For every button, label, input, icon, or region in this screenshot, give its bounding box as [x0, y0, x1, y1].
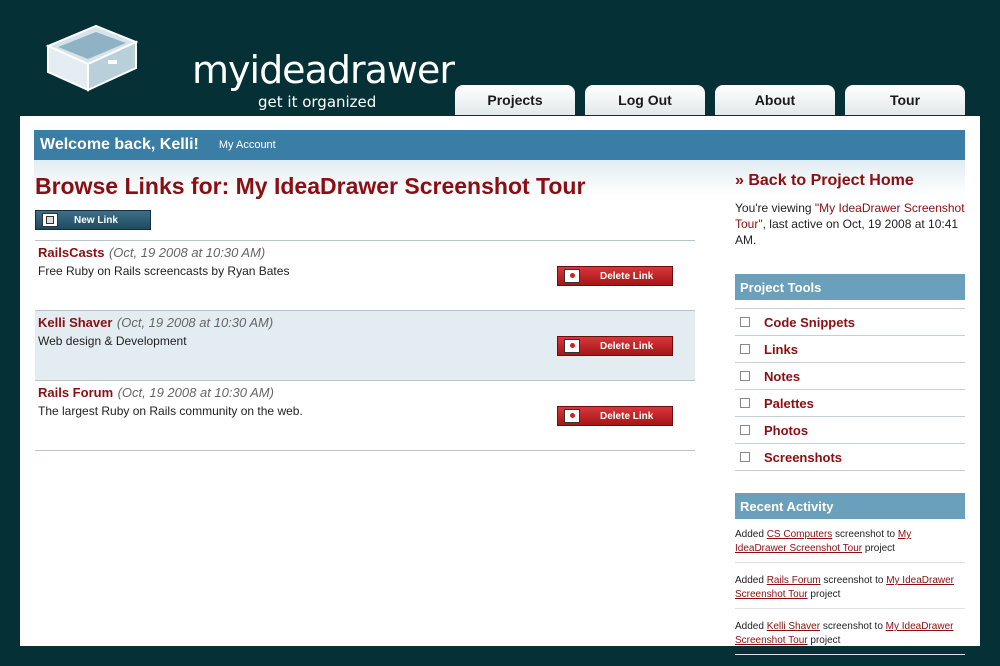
list-item: Rails Forum (Oct, 19 2008 at 10:30 AM) T… [35, 381, 695, 451]
list-item: RailsCasts (Oct, 19 2008 at 10:30 AM) Fr… [35, 241, 695, 311]
tool-label: Notes [764, 368, 801, 384]
delete-icon [564, 339, 580, 353]
checkbox-icon [740, 398, 750, 408]
content-panel: Welcome back, Kelli! My Account Browse L… [20, 116, 980, 655]
checkbox-icon [740, 344, 750, 354]
drawer-logo-icon [45, 24, 139, 92]
delete-link-button[interactable]: Delete Link [557, 266, 673, 286]
checkbox-icon [740, 317, 750, 327]
recent-activity-list: Added CS Computers screenshot to My Idea… [735, 528, 965, 666]
delete-link-button[interactable]: Delete Link [557, 406, 673, 426]
logo-tagline: get it organized [258, 93, 377, 111]
checkbox-icon [740, 425, 750, 435]
delete-icon [564, 409, 580, 423]
main-content: Browse Links for: My IdeaDrawer Screensh… [35, 172, 695, 451]
link-date: (Oct, 19 2008 at 10:30 AM) [108, 245, 266, 260]
tab-log-out[interactable]: Log Out [585, 85, 705, 115]
links-list: RailsCasts (Oct, 19 2008 at 10:30 AM) Fr… [35, 240, 695, 451]
viewing-prefix: You're viewing [735, 201, 815, 215]
activity-prefix: Added [735, 575, 767, 586]
activity-item: Added CS Computers screenshot to My Idea… [735, 528, 965, 563]
link-title[interactable]: Rails Forum [38, 385, 113, 400]
tool-item-links[interactable]: Links [735, 336, 965, 363]
tab-about[interactable]: About [715, 85, 835, 115]
activity-prefix: Added [735, 529, 767, 540]
tool-label: Code Snippets [764, 314, 856, 330]
tool-label: Palettes [764, 395, 814, 411]
tool-item-photos[interactable]: Photos [735, 417, 965, 444]
tool-item-code-snippets[interactable]: Code Snippets [735, 308, 965, 336]
link-date: (Oct, 19 2008 at 10:30 AM) [116, 315, 274, 330]
logo-wordmark: myideadrawer [192, 48, 455, 92]
list-item: Kelli Shaver (Oct, 19 2008 at 10:30 AM) … [35, 311, 695, 381]
logo[interactable]: myideadrawer get it organized [44, 22, 455, 111]
activity-item-link[interactable]: Kelli Shaver [767, 621, 820, 632]
welcome-greeting: Welcome back, Kelli! [40, 136, 199, 153]
activity-suffix: project [807, 635, 841, 646]
viewing-info: You're viewing "My IdeaDrawer Screenshot… [735, 200, 965, 248]
activity-prefix: Added [735, 621, 767, 632]
recent-activity-heading: Recent Activity [735, 493, 965, 519]
checkbox-icon [740, 452, 750, 462]
link-date: (Oct, 19 2008 at 10:30 AM) [117, 385, 274, 400]
activity-suffix: project [862, 543, 895, 554]
activity-middle: screenshot to [820, 575, 887, 586]
viewing-suffix: , last active on Oct, 19 2008 at 10:41 A… [735, 217, 959, 247]
delete-link-button[interactable]: Delete Link [557, 336, 673, 356]
new-link-label: New Link [74, 214, 118, 226]
project-tools-list: Code Snippets Links Notes Palettes Photo… [735, 308, 965, 471]
tool-label: Photos [764, 422, 809, 438]
activity-suffix: project [807, 589, 841, 600]
tab-projects[interactable]: Projects [455, 85, 575, 115]
activity-item: Added Rails Forum screenshot to My IdeaD… [735, 574, 965, 609]
tool-item-notes[interactable]: Notes [735, 363, 965, 390]
tab-tour[interactable]: Tour [845, 85, 965, 115]
sidebar: » Back to Project Home You're viewing "M… [735, 172, 965, 655]
tool-item-screenshots[interactable]: Screenshots [735, 444, 965, 471]
delete-icon [564, 269, 580, 283]
link-title[interactable]: Kelli Shaver [38, 315, 112, 330]
delete-link-label: Delete Link [600, 410, 654, 422]
header: myideadrawer get it organized Projects L… [0, 0, 1000, 116]
activity-middle: screenshot to [832, 529, 898, 540]
tool-item-palettes[interactable]: Palettes [735, 390, 965, 417]
my-account-link[interactable]: My Account [219, 139, 276, 151]
project-tools-heading: Project Tools [735, 274, 965, 300]
new-document-icon [42, 213, 58, 227]
top-nav: Projects Log Out About Tour [455, 85, 975, 115]
delete-link-label: Delete Link [600, 270, 654, 282]
new-link-button[interactable]: New Link [35, 210, 151, 230]
delete-link-label: Delete Link [600, 340, 654, 352]
back-to-project-link[interactable]: » Back to Project Home [735, 172, 965, 190]
activity-middle: screenshot to [820, 621, 886, 632]
activity-item-link[interactable]: Rails Forum [767, 575, 821, 586]
checkbox-icon [740, 371, 750, 381]
activity-item-link[interactable]: CS Computers [767, 529, 833, 540]
tool-label: Screenshots [764, 449, 843, 465]
page-title: Browse Links for: My IdeaDrawer Screensh… [35, 173, 586, 199]
link-title[interactable]: RailsCasts [38, 245, 104, 260]
tool-label: Links [764, 341, 798, 357]
welcome-bar: Welcome back, Kelli! My Account [34, 130, 965, 160]
